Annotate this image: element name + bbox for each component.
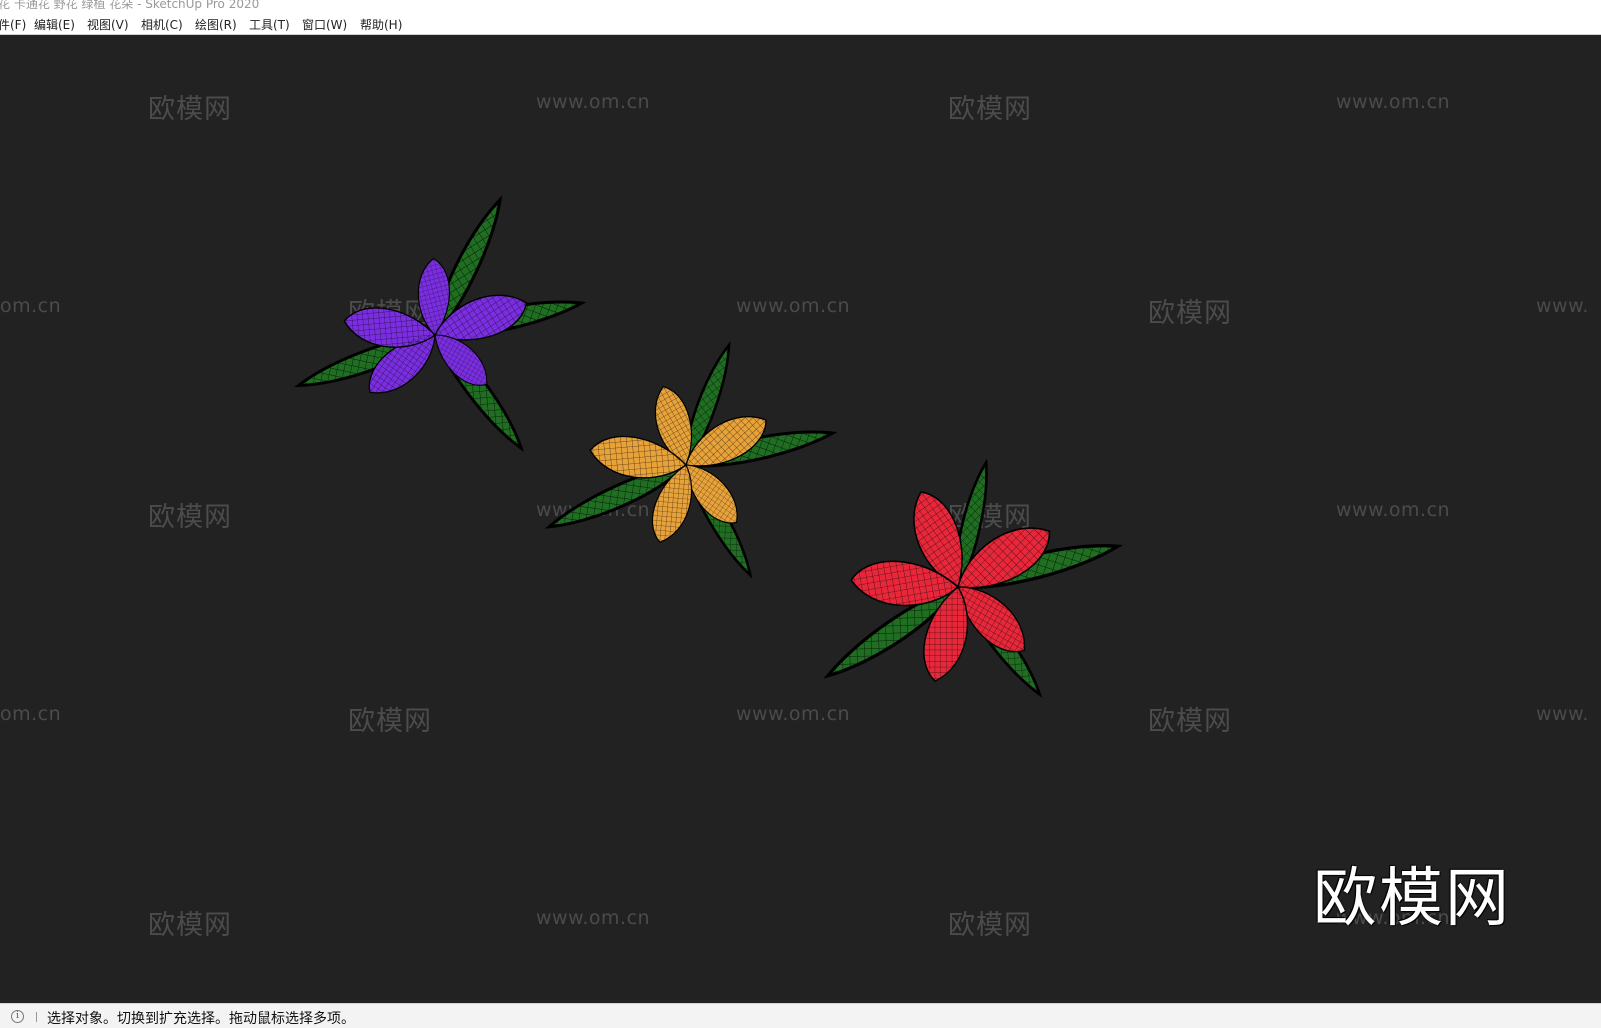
flower-purple[interactable] xyxy=(293,194,586,458)
status-message: 选择对象。切换到扩充选择。拖动鼠标选择多项。 xyxy=(47,1011,355,1027)
info-icon[interactable]: i xyxy=(11,1010,24,1023)
menu-bar: 件(F) 编辑(E) 视图(V) 相机(C) 绘图(R) 工具(T) 窗口(W)… xyxy=(0,14,1601,35)
watermark-logo: 欧模网 xyxy=(1313,862,1511,936)
title-bar: 花 卡通花 野花 绿植 花朵 - SketchUp Pro 2020 xyxy=(0,0,1601,14)
sketchup-window: 花 卡通花 野花 绿植 花朵 - SketchUp Pro 2020 件(F) … xyxy=(0,0,1601,1028)
menu-tools[interactable]: 工具(T) xyxy=(249,16,290,33)
menu-draw[interactable]: 绘图(R) xyxy=(195,16,237,33)
menu-help[interactable]: 帮助(H) xyxy=(360,16,402,33)
window-title: 花 卡通花 野花 绿植 花朵 - SketchUp Pro 2020 xyxy=(0,0,260,11)
menu-view[interactable]: 视图(V) xyxy=(87,16,129,33)
status-bar: i 选择对象。切换到扩充选择。拖动鼠标选择多项。 xyxy=(0,1003,1601,1028)
flower-orange[interactable] xyxy=(542,340,837,582)
flower-red[interactable] xyxy=(818,459,1123,703)
menu-edit[interactable]: 编辑(E) xyxy=(34,16,75,33)
menu-window[interactable]: 窗口(W) xyxy=(302,16,347,33)
menu-camera[interactable]: 相机(C) xyxy=(141,16,183,33)
menu-file[interactable]: 件(F) xyxy=(0,16,26,33)
3d-viewport[interactable]: 欧模网 www.om.cn 欧模网 www.om.cn om.cn 欧模网 ww… xyxy=(0,35,1601,1003)
status-divider xyxy=(36,1012,37,1022)
